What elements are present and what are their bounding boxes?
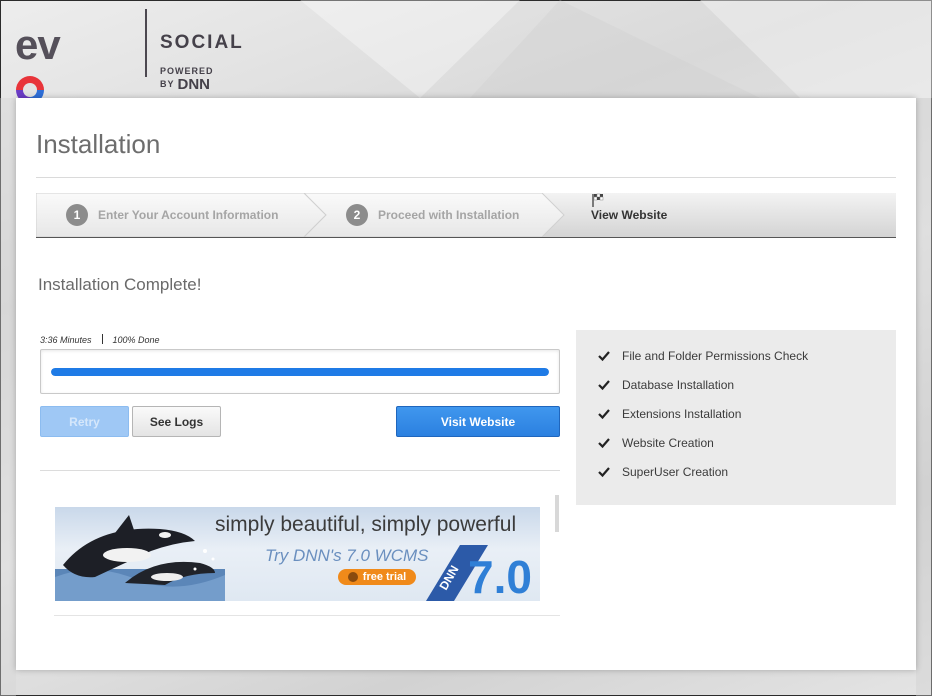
ad-divider bbox=[54, 615, 560, 616]
ad-headline: simply beautiful, simply powerful bbox=[215, 513, 517, 536]
step-label: Proceed with Installation bbox=[378, 208, 520, 222]
checkmark-icon bbox=[598, 438, 610, 449]
percent-done: 100% Done bbox=[112, 335, 160, 345]
step-label: Enter Your Account Information bbox=[98, 208, 279, 222]
dnn-7-logo: DNN 7.0 bbox=[426, 545, 532, 601]
checkmark-icon bbox=[598, 409, 610, 420]
ad-subline: Try DNN's 7.0 WCMS bbox=[265, 546, 429, 565]
orca-illustration bbox=[55, 515, 225, 601]
ad-scrollbar[interactable] bbox=[555, 495, 559, 532]
brand-divider bbox=[145, 9, 147, 77]
step-label: View Website bbox=[591, 208, 668, 222]
step-number-badge: 2 bbox=[346, 204, 368, 226]
ad-container: simply beautiful, simply powerful Try DN… bbox=[54, 494, 560, 616]
wizard-step-proceed: 2 Proceed with Installation bbox=[346, 193, 519, 237]
dnn-promo-banner[interactable]: simply beautiful, simply powerful Try DN… bbox=[55, 507, 540, 601]
page-title: Installation bbox=[36, 129, 161, 159]
checkmark-icon bbox=[598, 467, 610, 478]
meta-separator bbox=[101, 334, 103, 344]
checklist-item: File and Folder Permissions Check bbox=[598, 349, 808, 363]
retry-button[interactable]: Retry bbox=[40, 406, 129, 437]
content-divider bbox=[40, 470, 560, 471]
wizard-step-view-website: View Website bbox=[591, 193, 667, 237]
flag-icon bbox=[592, 193, 604, 207]
free-trial-badge[interactable]: free trial bbox=[338, 569, 416, 585]
brand-edition: SOCIAL bbox=[160, 32, 244, 53]
progress-meta: 3:36 Minutes 100% Done bbox=[40, 334, 160, 345]
checklist-item: SuperUser Creation bbox=[598, 465, 728, 479]
dnn-logo: DNN bbox=[177, 76, 211, 93]
version-number: 7.0 bbox=[468, 551, 532, 601]
title-divider bbox=[36, 177, 896, 178]
checklist-item: Database Installation bbox=[598, 378, 734, 392]
checklist-label: Extensions Installation bbox=[622, 407, 742, 421]
installation-panel: Installation 1 Enter Your Account Inform… bbox=[16, 98, 916, 670]
checklist-label: Website Creation bbox=[622, 436, 714, 450]
checklist-label: File and Folder Permissions Check bbox=[622, 349, 809, 363]
brand-powered-by: POWERED BY DNN bbox=[160, 66, 214, 93]
progress-fill bbox=[51, 368, 549, 376]
progress-container bbox=[40, 349, 560, 394]
logo-text-ev: ev bbox=[15, 21, 61, 68]
checkmark-icon bbox=[598, 351, 610, 362]
checklist-item: Extensions Installation bbox=[598, 407, 741, 421]
checklist-item: Website Creation bbox=[598, 436, 714, 450]
progress-track bbox=[51, 368, 549, 376]
trial-label: free trial bbox=[362, 571, 407, 583]
wizard-steps: 1 Enter Your Account Information 2 Proce… bbox=[36, 193, 896, 238]
checklist-label: Database Installation bbox=[622, 378, 735, 392]
wizard-step-account: 1 Enter Your Account Information bbox=[66, 193, 278, 237]
see-logs-button[interactable]: See Logs bbox=[132, 406, 221, 437]
visit-website-button[interactable]: Visit Website bbox=[396, 406, 560, 437]
status-heading: Installation Complete! bbox=[38, 275, 202, 294]
checkmark-icon bbox=[598, 380, 610, 391]
elapsed-time: 3:36 Minutes bbox=[40, 335, 92, 345]
trial-icon bbox=[347, 572, 358, 582]
installation-checklist: File and Folder Permissions Check Databa… bbox=[576, 330, 896, 505]
checklist-label: SuperUser Creation bbox=[622, 465, 729, 479]
step-number-badge: 1 bbox=[66, 204, 88, 226]
